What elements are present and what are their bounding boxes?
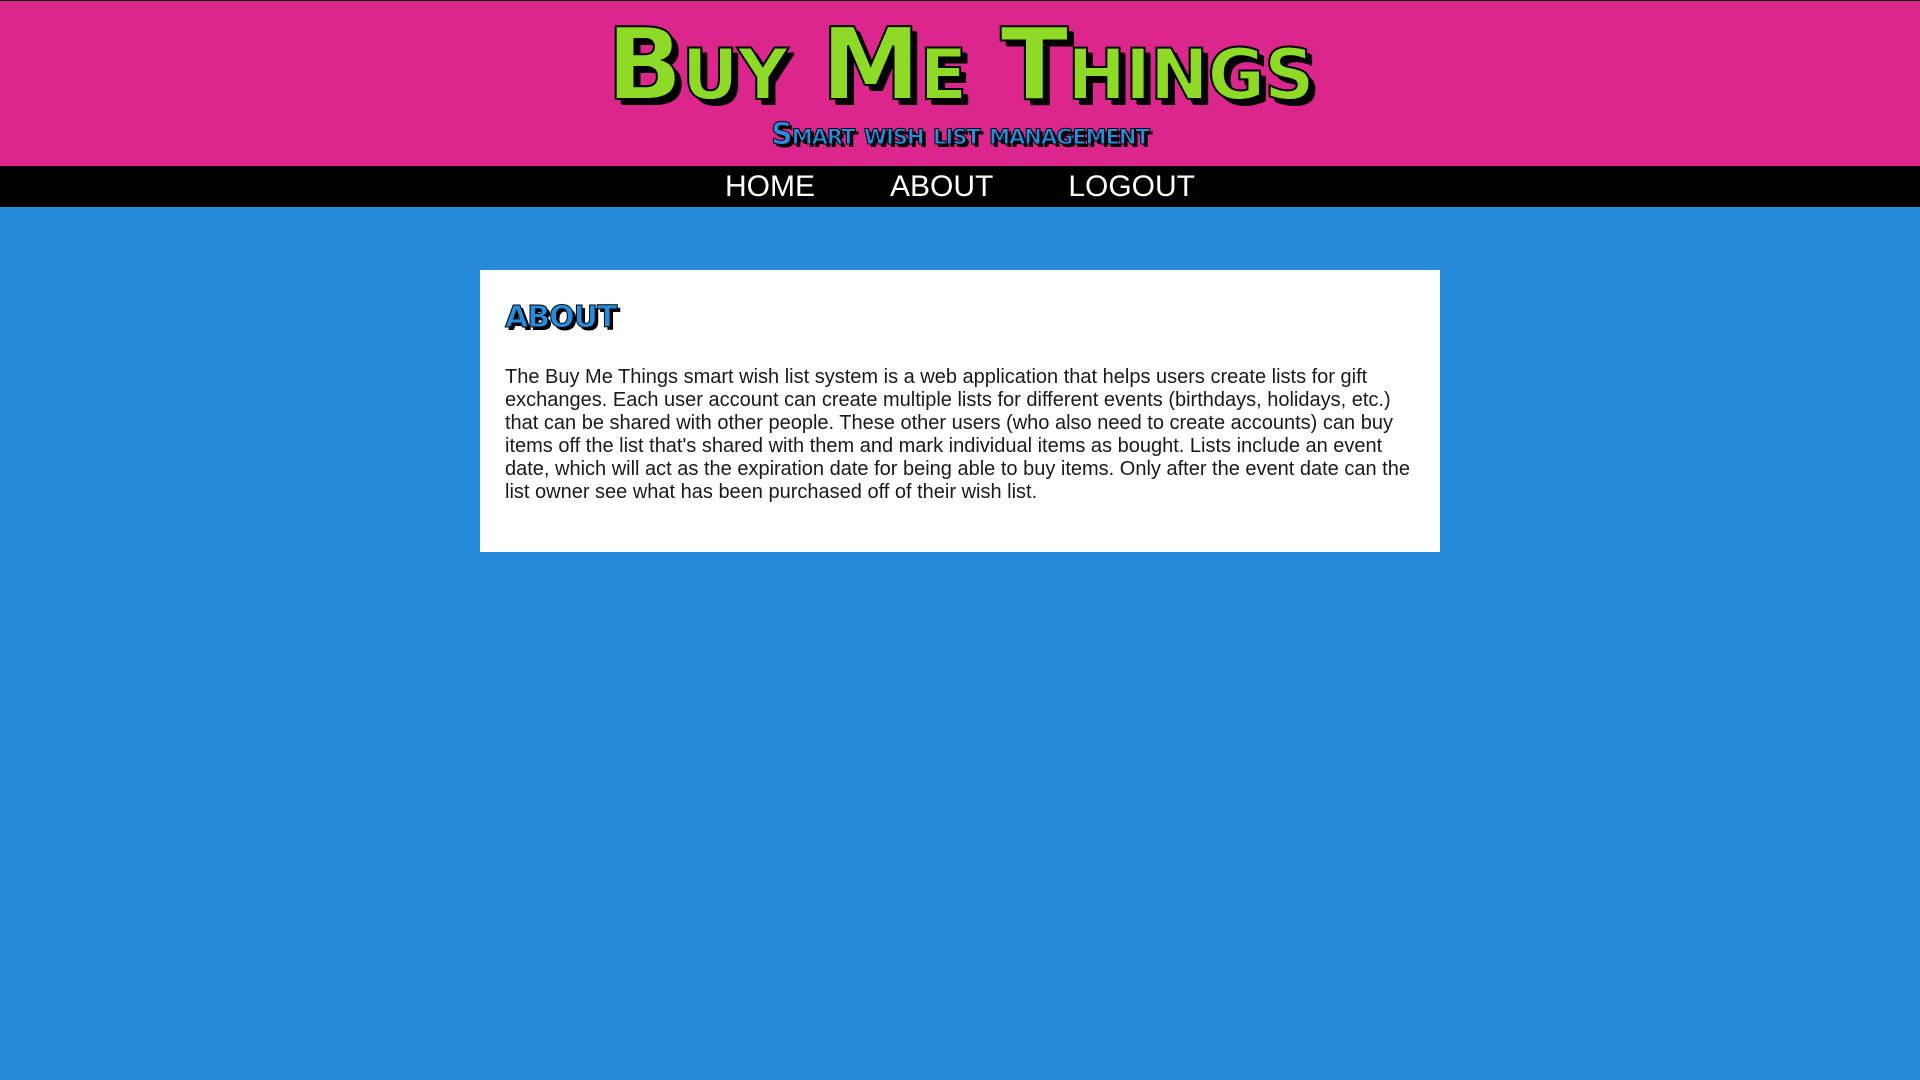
about-card: ABOUT The Buy Me Things smart wish list … [480, 270, 1440, 552]
main-nav: HOME ABOUT LOGOUT [0, 166, 1920, 207]
nav-link-logout[interactable]: LOGOUT [1068, 166, 1195, 207]
nav-link-home[interactable]: HOME [725, 166, 815, 207]
nav-link-about[interactable]: ABOUT [890, 166, 993, 207]
site-tagline: Smart wish list management [771, 117, 1151, 153]
about-body-text: The Buy Me Things smart wish list system… [505, 366, 1410, 503]
site-header: Buy Me Things Smart wish list management [0, 1, 1920, 166]
about-heading: ABOUT [505, 300, 618, 336]
site-title: Buy Me Things [605, 6, 1315, 123]
